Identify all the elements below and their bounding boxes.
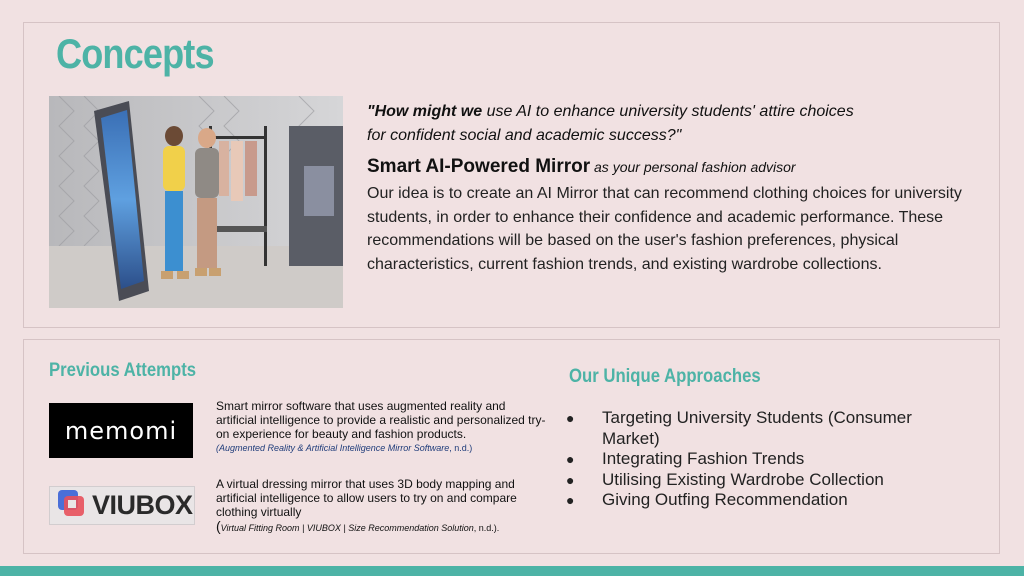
- bullet: ●: [566, 451, 575, 467]
- list-item: ● Targeting University Students (Consumer…: [566, 408, 926, 449]
- bullet: ●: [566, 471, 575, 488]
- memomi-logo: memomi: [49, 403, 193, 458]
- viubox-description: A virtual dressing mirror that uses 3D b…: [216, 477, 517, 519]
- memomi-cite-tail: , n.d.): [449, 443, 473, 453]
- concept-name: Smart AI-Powered Mirror: [367, 156, 591, 177]
- unique-approaches-heading: Our Unique Approaches: [569, 366, 761, 387]
- list-item-text: Giving Outfing Recommendation: [602, 490, 848, 509]
- concept-subtitle: as your personal fashion advisor: [590, 159, 796, 175]
- viubox-mark-icon: [56, 488, 86, 523]
- viubox-logo: VIUBOX: [49, 486, 195, 525]
- question-line2: for confident social and academic succes…: [367, 127, 682, 144]
- viubox-description-block: A virtual dressing mirror that uses 3D b…: [216, 477, 546, 535]
- bullet: ●: [566, 492, 575, 508]
- previous-attempts-heading: Previous Attempts: [49, 360, 197, 381]
- viubox-logo-text: VIUBOX: [92, 490, 193, 520]
- bullet: ●: [566, 410, 575, 426]
- list-item: ● Utilising Existing Wardrobe Collection: [566, 470, 926, 491]
- list-item: ● Integrating Fashion Trends: [566, 449, 926, 470]
- memomi-citation: (Augmented Reality & Artificial Intellig…: [216, 441, 546, 455]
- list-item-text: Integrating Fashion Trends: [602, 449, 805, 468]
- list-item-text: Targeting University Students (Consumer …: [602, 408, 912, 448]
- memomi-logo-text: memomi: [64, 416, 178, 445]
- page-title: Concepts: [56, 30, 215, 77]
- footer-accent-bar: [0, 566, 1024, 576]
- memomi-cite-title: Augmented Reality & Artificial Intellige…: [219, 443, 450, 453]
- concept-description: Our idea is to create an AI Mirror that …: [367, 185, 962, 273]
- viubox-cite-tail: , n.d.).: [473, 523, 500, 533]
- ai-mirror-photo: [49, 96, 343, 308]
- viubox-cite-title: Virtual Fitting Room | VIUBOX | Size Rec…: [220, 523, 474, 533]
- memomi-description-block: Smart mirror software that uses augmente…: [216, 399, 546, 455]
- question-rest: use AI to enhance university students' a…: [482, 103, 854, 120]
- how-might-we-question: "How might we use AI to enhance universi…: [367, 100, 987, 148]
- question-lead: "How might we: [367, 103, 483, 120]
- unique-approaches-list: ● Targeting University Students (Consumer…: [566, 408, 926, 511]
- concept-heading: Smart AI-Powered Mirror as your personal…: [367, 156, 796, 178]
- list-item-text: Utilising Existing Wardrobe Collection: [602, 469, 884, 489]
- viubox-citation: (Virtual Fitting Room | VIUBOX | Size Re…: [216, 519, 546, 535]
- list-item: ● Giving Outfing Recommendation: [566, 490, 926, 511]
- memomi-description: Smart mirror software that uses augmente…: [216, 399, 546, 441]
